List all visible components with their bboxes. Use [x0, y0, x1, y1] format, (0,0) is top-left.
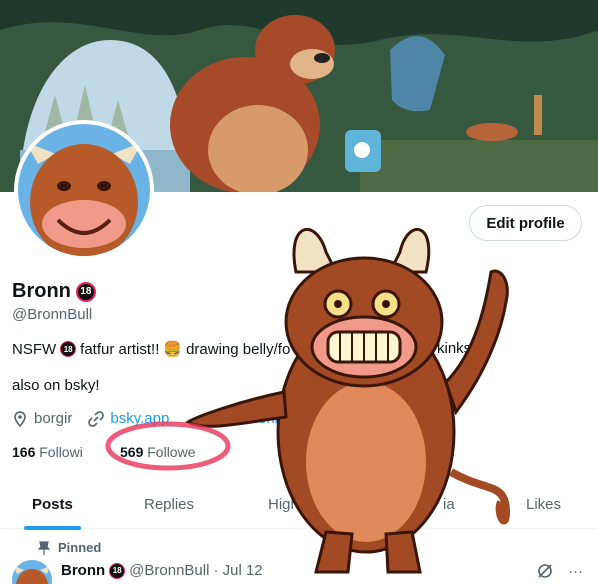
highlight-ring — [105, 421, 231, 471]
pin-icon — [38, 540, 50, 555]
pinned-indicator: Pinned — [38, 540, 101, 555]
avatar-image — [18, 124, 150, 256]
display-name: Bronn — [12, 280, 71, 302]
post-avatar-image — [12, 560, 52, 584]
age-18-badge-icon: 18 — [75, 281, 96, 302]
bull-mascot-sticker — [185, 228, 511, 574]
post-avatar[interactable] — [12, 560, 52, 584]
following-count[interactable]: 166 Followi — [12, 444, 83, 460]
bio-fatfur: fatfur artist!! — [80, 340, 160, 358]
age-18-badge-icon: 18 — [109, 562, 126, 579]
profile-name-row: Bronn 18 — [12, 280, 96, 303]
location-icon — [14, 410, 26, 427]
more-icon[interactable]: ··· — [568, 563, 583, 580]
following-number: 166 — [12, 444, 36, 460]
profile-handle: @BronnBull — [12, 306, 93, 323]
active-tab-indicator — [24, 526, 81, 530]
bio-line-2: also on bsky! — [12, 377, 100, 394]
profile-avatar[interactable] — [14, 120, 154, 260]
age-18-badge-icon: 18 — [60, 341, 77, 357]
bio-nsfw: NSFW — [12, 340, 57, 358]
post-author[interactable]: Bronn — [61, 562, 105, 579]
following-label: Followi — [39, 444, 83, 460]
pinned-label: Pinned — [58, 540, 102, 555]
location-text: borgir — [34, 410, 73, 427]
tab-posts[interactable]: Posts — [32, 496, 73, 513]
